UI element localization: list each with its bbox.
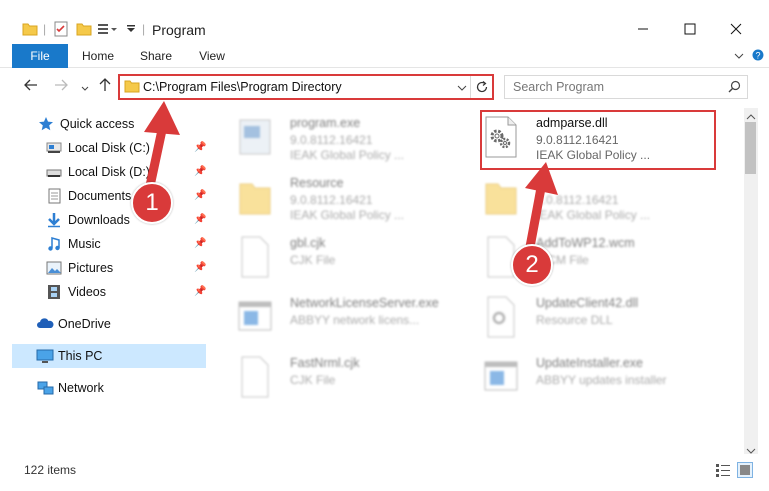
- annotation-arrows: [144, 101, 558, 248]
- callout-step-1: 1: [131, 182, 173, 224]
- callout-step-2: 2: [511, 244, 553, 286]
